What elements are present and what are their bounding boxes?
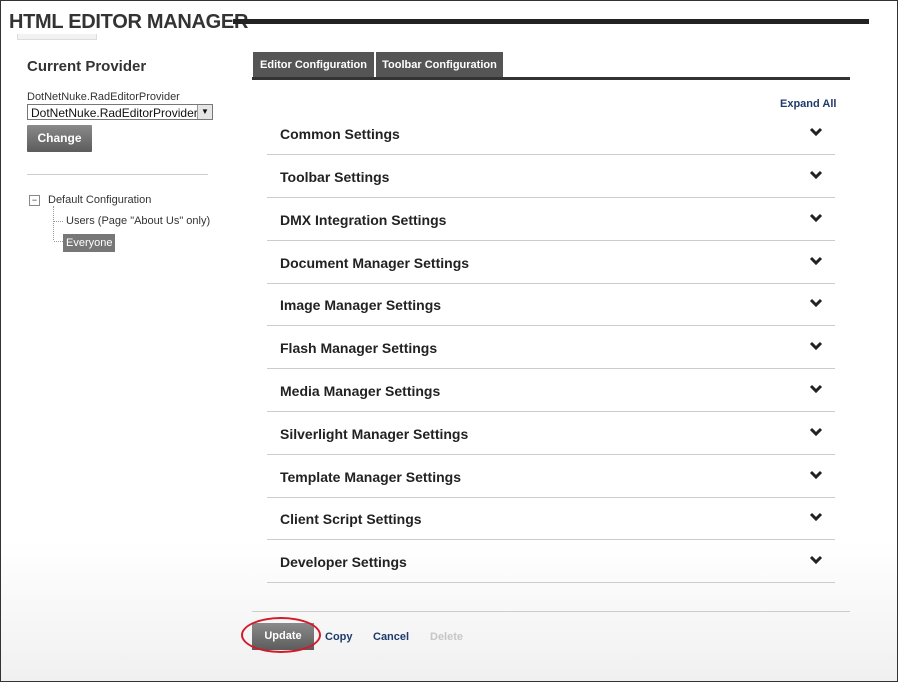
section-label: Toolbar Settings — [280, 169, 390, 185]
section-developer-settings[interactable]: Developer Settings — [267, 541, 835, 583]
expand-all-link[interactable]: Expand All — [780, 98, 836, 110]
provider-select[interactable]: DotNetNuke.RadEditorProvider ▼ — [27, 104, 213, 120]
highlight-ring — [241, 617, 321, 653]
chevron-down-icon[interactable] — [809, 468, 823, 482]
chevron-down-icon[interactable] — [809, 254, 823, 268]
tab-editor-configuration[interactable]: Editor Configuration — [253, 52, 374, 78]
section-client-script-settings[interactable]: Client Script Settings — [267, 498, 835, 540]
chevron-down-icon[interactable] — [809, 296, 823, 310]
tree-node-users[interactable]: Users (Page "About Us" only) — [66, 215, 210, 227]
section-dmx-integration-settings[interactable]: DMX Integration Settings — [267, 199, 835, 241]
provider-select-value: DotNetNuke.RadEditorProvider — [31, 106, 198, 120]
section-label: Document Manager Settings — [280, 255, 470, 271]
chevron-down-icon[interactable] — [809, 510, 823, 524]
window-frame: Manage HTML EDITOR MANAGER Current Provi… — [0, 0, 898, 682]
chevron-down-icon[interactable] — [809, 339, 823, 353]
section-common-settings[interactable]: Common Settings — [267, 113, 835, 155]
section-silverlight-manager-settings[interactable]: Silverlight Manager Settings — [267, 413, 835, 455]
provider-label: DotNetNuke.RadEditorProvider — [27, 91, 180, 103]
collapse-icon[interactable]: − — [29, 195, 40, 206]
section-label: Template Manager Settings — [280, 469, 462, 485]
tree-connector — [54, 221, 63, 222]
section-media-manager-settings[interactable]: Media Manager Settings — [267, 370, 835, 412]
tree-node-default-configuration[interactable]: Default Configuration — [48, 194, 151, 206]
section-label: Client Script Settings — [280, 511, 422, 527]
section-toolbar-settings[interactable]: Toolbar Settings — [267, 156, 835, 198]
copy-link[interactable]: Copy — [325, 631, 353, 643]
title-rule — [233, 19, 869, 24]
section-label: Developer Settings — [280, 554, 407, 570]
delete-link[interactable]: Delete — [430, 631, 463, 643]
page-title: HTML EDITOR MANAGER — [9, 10, 255, 34]
chevron-down-icon[interactable] — [809, 211, 823, 225]
section-label: Silverlight Manager Settings — [280, 426, 469, 442]
chevron-down-icon[interactable] — [809, 382, 823, 396]
chevron-down-icon[interactable] — [809, 425, 823, 439]
tree-node-everyone[interactable]: Everyone — [63, 234, 116, 252]
section-template-manager-settings[interactable]: Template Manager Settings — [267, 456, 835, 498]
divider — [27, 174, 208, 175]
tabs-underline — [252, 77, 850, 80]
change-button[interactable]: Change — [27, 125, 92, 152]
chevron-down-icon[interactable] — [809, 125, 823, 139]
section-label: Image Manager Settings — [280, 297, 442, 313]
current-provider-heading: Current Provider — [27, 58, 147, 75]
tree-connector — [54, 241, 63, 242]
section-flash-manager-settings[interactable]: Flash Manager Settings — [267, 327, 835, 369]
section-document-manager-settings[interactable]: Document Manager Settings — [267, 242, 835, 284]
section-label: Media Manager Settings — [280, 383, 441, 399]
chevron-down-icon[interactable] — [809, 553, 823, 567]
chevron-down-icon[interactable] — [809, 168, 823, 182]
section-label: Flash Manager Settings — [280, 340, 438, 356]
cancel-link[interactable]: Cancel — [373, 631, 409, 643]
tree-connector — [53, 206, 54, 240]
section-label: DMX Integration Settings — [280, 212, 447, 228]
divider — [252, 611, 850, 612]
caret-down-icon[interactable]: ▼ — [197, 105, 212, 119]
section-image-manager-settings[interactable]: Image Manager Settings — [267, 284, 835, 326]
tab-toolbar-configuration[interactable]: Toolbar Configuration — [376, 52, 503, 78]
section-label: Common Settings — [280, 126, 400, 142]
